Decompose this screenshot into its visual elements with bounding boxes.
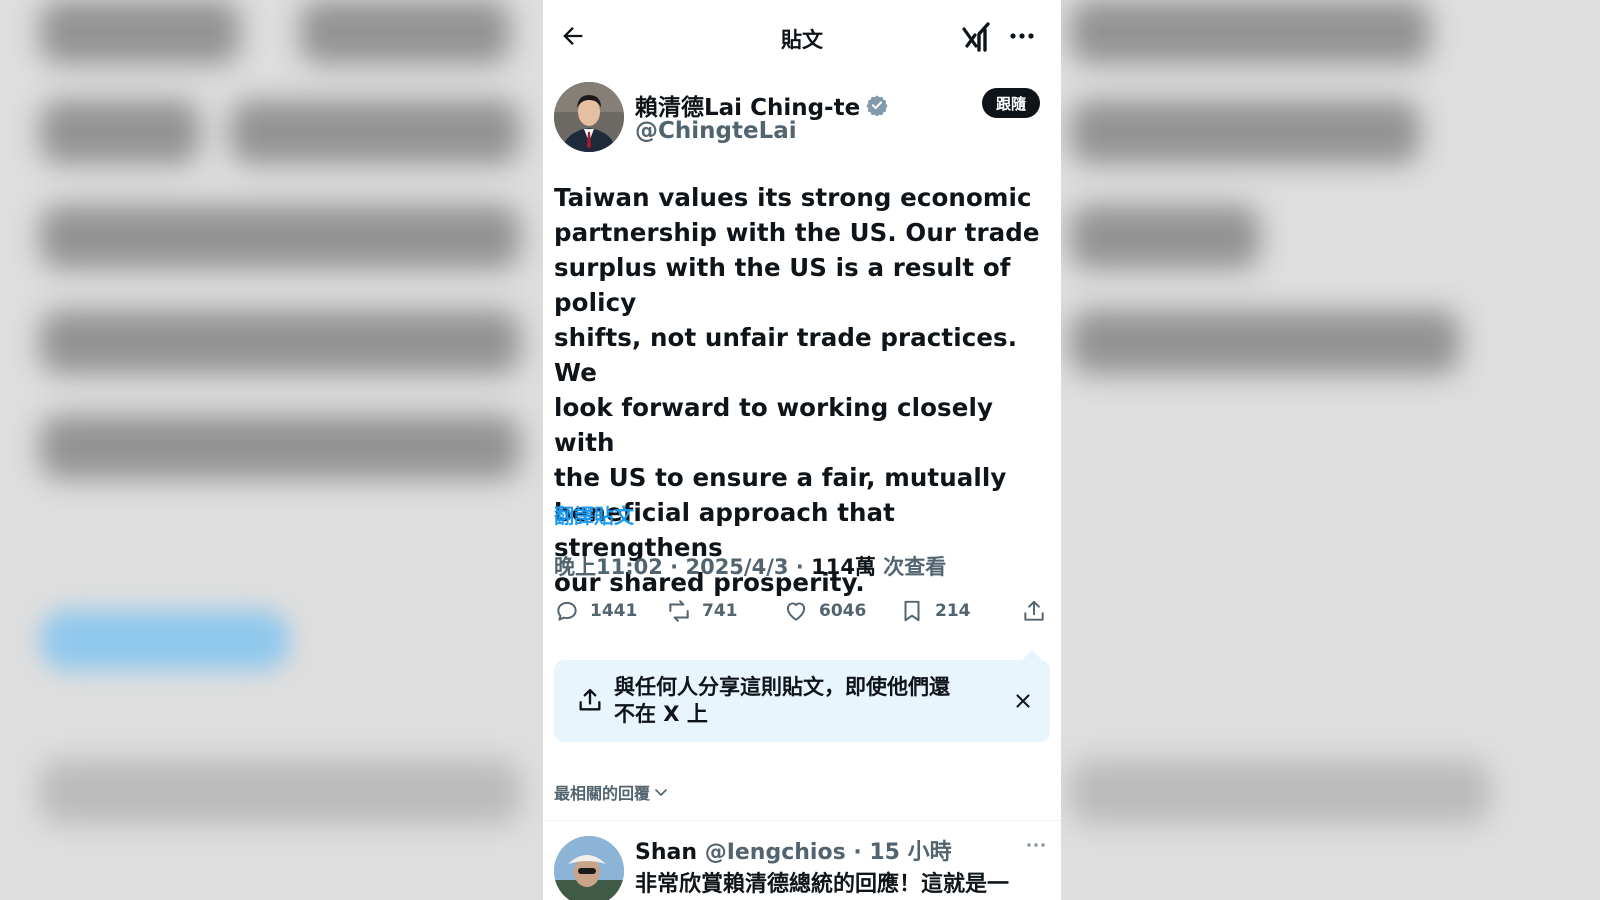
heart-icon [786, 602, 806, 621]
reply-icon [557, 601, 577, 621]
tweet-line: Taiwan values its strong economic [554, 183, 1032, 212]
repost-count: 741 [702, 601, 738, 621]
more-options-icon[interactable] [1007, 25, 1037, 47]
post-time[interactable]: 晚上11:02 [554, 555, 663, 579]
share-prompt-text: 與任何人分享這則貼文，即使他們還 不在 X 上 [614, 674, 984, 728]
share-icon [1024, 600, 1044, 621]
post-detail-screen: 貼文 賴清德Lai Ching-te @ChingteLai 跟隨 Taiwan… [543, 0, 1061, 900]
tweet-line: partnership with the US. Our trade [554, 218, 1040, 247]
like-button[interactable]: 6046 [783, 598, 866, 624]
replies-sort-dropdown[interactable]: 最相關的回覆 [554, 780, 669, 804]
reply-count: 1441 [590, 601, 638, 621]
reply-header: Shan @Iengchios · 15 小時 [635, 840, 952, 865]
share-prompt-line: 不在 X 上 [614, 702, 708, 726]
author-header: 賴清德Lai Ching-te @ChingteLai 跟隨 [543, 76, 1061, 180]
author-name[interactable]: 賴清德Lai Ching-te [635, 88, 888, 122]
follow-button[interactable]: 跟隨 [981, 88, 1040, 118]
post-date[interactable]: 2025/4/3 [685, 555, 788, 579]
top-bar: 貼文 [543, 0, 1061, 76]
close-icon[interactable] [1012, 690, 1034, 712]
tweet-line: surplus with the US is a result of polic… [554, 253, 1011, 317]
reply-text: 非常欣賞賴清德總統的回應！這就是一 [635, 872, 1010, 897]
tweet-text: Taiwan values its strong economic partne… [554, 180, 1047, 600]
repost-icon [669, 600, 689, 622]
share-prompt-line: 與任何人分享這則貼文，即使他們還 [614, 675, 950, 699]
like-count: 6046 [819, 601, 867, 621]
share-button[interactable] [1021, 598, 1057, 624]
views-count: 114萬 [811, 555, 876, 579]
bookmark-icon [904, 600, 920, 622]
author-handle[interactable]: @ChingteLai [635, 118, 797, 144]
chevron-down-icon [655, 789, 667, 796]
author-name-text: 賴清德Lai Ching-te [635, 95, 861, 121]
tweet-line: look forward to working closely with [554, 393, 994, 457]
post-metadata: 晚上11:02 · 2025/4/3 · 114萬 次查看 [554, 555, 947, 579]
views-label: 次查看 [883, 555, 947, 579]
divider [543, 820, 1061, 821]
bookmark-count: 214 [935, 601, 971, 621]
share-prompt-card[interactable]: 與任何人分享這則貼文，即使他們還 不在 X 上 [554, 650, 1050, 742]
reply-time: 15 小時 [869, 840, 952, 865]
author-avatar[interactable] [554, 82, 624, 152]
share-icon [579, 688, 601, 711]
verified-badge-icon [866, 95, 888, 116]
tweet-line: the US to ensure a fair, mutually [554, 463, 1007, 492]
reply-avatar[interactable] [554, 836, 624, 900]
reply-button[interactable]: 1441 [554, 598, 637, 624]
repost-button[interactable]: 741 [666, 598, 738, 624]
grok-icon[interactable] [961, 20, 993, 54]
bookmark-button[interactable]: 214 [899, 598, 971, 624]
reply-item[interactable]: Shan @Iengchios · 15 小時 非常欣賞賴清德總統的回應！這就是… [543, 822, 1061, 900]
reply-author-name[interactable]: Shan [635, 840, 697, 865]
replies-sort-label: 最相關的回覆 [554, 784, 651, 803]
more-options-icon[interactable] [1025, 838, 1047, 852]
tweet-line: shifts, not unfair trade practices. We [554, 323, 1018, 387]
translate-post-link[interactable]: 翻譯貼文 [554, 500, 634, 529]
reply-author-handle[interactable]: @Iengchios [705, 840, 846, 865]
action-bar: 1441 741 6046 214 [554, 598, 1047, 632]
